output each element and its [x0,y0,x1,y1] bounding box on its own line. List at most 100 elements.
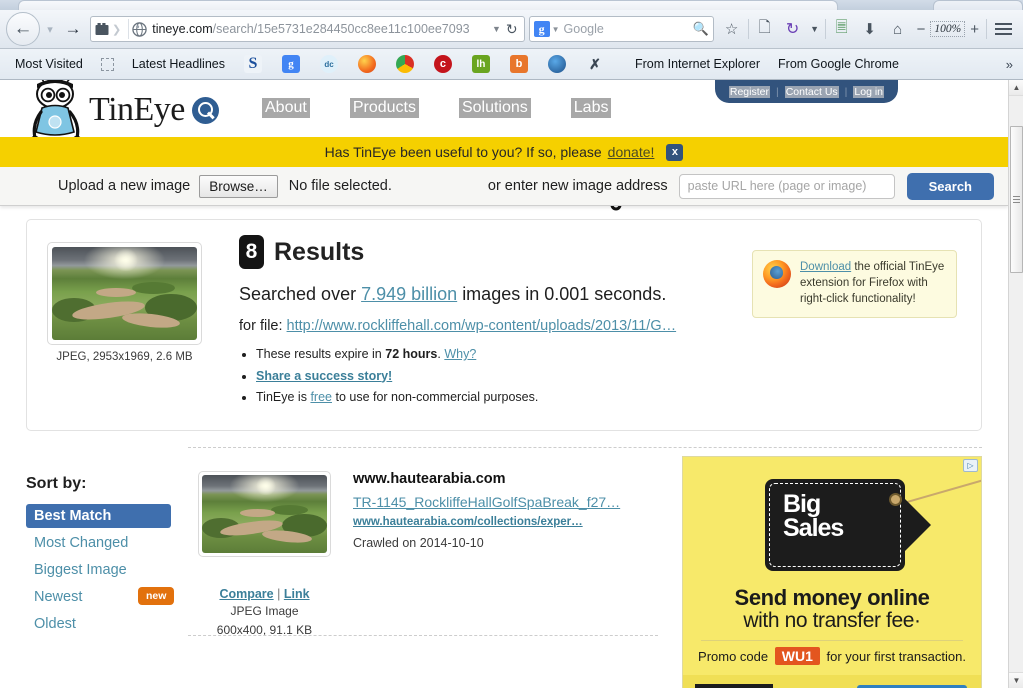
history-dropdown-icon[interactable]: ▾ [40,14,60,44]
stumbleupon-icon[interactable]: S [244,55,262,73]
ad-cta-button[interactable] [857,685,967,688]
share-success-story-link[interactable]: Share a success story! [256,369,392,383]
contact-us-link[interactable]: Contact Us [785,86,839,98]
why-link[interactable]: Why? [444,347,476,361]
sort-option-most-changed[interactable]: Most Changed [26,531,171,555]
advertisement[interactable]: ▷ Big Sales Send money online with no tr… [682,456,982,688]
source-file-url[interactable]: http://www.rockliffehall.com/wp-content/… [287,318,677,334]
sort-option-biggest-image[interactable]: Biggest Image [26,558,171,582]
image-url-input[interactable]: paste URL here (page or image) [679,174,895,199]
chrome-icon[interactable] [396,55,414,73]
blogger-icon[interactable]: b [510,55,528,73]
close-banner-button[interactable]: x [666,144,683,161]
url-dropdown-icon[interactable]: ▼ [487,24,506,34]
result-filename-link[interactable]: TR-1145_RockliffeHallGolfSpaBreak_f27… [353,494,620,510]
scroll-up-arrow-icon[interactable]: ▲ [1009,80,1023,96]
zoom-in-button[interactable]: + [965,21,984,38]
result-actions: Compare | Link JPEG Image 600x400, 91.1 … [198,587,331,640]
scrollbar-thumb[interactable] [1010,126,1023,273]
zoom-out-button[interactable]: − [912,21,931,38]
bookmark-from-ie[interactable]: From Internet Explorer [626,57,769,71]
compare-link[interactable]: Compare [219,587,273,601]
bookmarks-overflow-icon[interactable]: » [1006,57,1017,72]
reload-icon[interactable]: ↻ [506,21,520,38]
digg-icon[interactable]: dc [320,55,338,73]
free-link[interactable]: free [310,390,332,404]
nav-labs[interactable]: Labs [571,98,612,118]
nav-solutions[interactable]: Solutions [459,98,531,118]
bookmark-star-icon[interactable]: ☆ [718,14,746,44]
donate-link[interactable]: donate! [608,144,655,160]
browser-search-bar[interactable]: g ▼ Google 🔍 [529,16,714,42]
search-engine-chevron-icon[interactable]: ▼ [550,25,564,34]
ad-tag-text: Big Sales [783,493,843,541]
ad-footer: WESTERN [683,675,981,688]
query-image-meta: JPEG, 2953x1969, 2.6 MB [47,351,202,363]
ad-promo-prefix: Promo code [698,649,768,664]
google-icon[interactable]: g [282,55,300,73]
sync-icon[interactable]: ↻ [779,14,807,44]
new-badge: new [138,587,174,605]
browser-tab-secondary[interactable] [933,0,1023,10]
identity-chevron-icon: ❯ [112,23,121,36]
vertical-scrollbar[interactable]: ▲ ▼ [1008,80,1023,688]
ad-headline-2: with no transfer fee· [683,609,981,633]
search-button[interactable]: Search [907,173,994,200]
firefox-icon[interactable] [358,55,376,73]
bookmarks-toolbar: Most Visited Latest Headlines S g dc c l… [0,49,1023,80]
toolbar-divider [748,19,749,39]
browse-button[interactable]: Browse… [199,175,278,198]
bookmark-most-visited[interactable]: Most Visited [6,57,92,71]
downloads-icon[interactable]: ⬇ [856,14,884,44]
forward-button[interactable]: → [60,14,86,44]
sort-heading: Sort by: [26,475,188,493]
reader-view-icon[interactable]: 🗋 [751,14,779,44]
tineye-wordmark: TinEye [89,93,185,127]
download-extension-link[interactable]: Download [800,261,851,273]
bookmark-placeholder-icon[interactable] [101,58,114,71]
address-bar-text: tineye.com/search/15e5731e284450cc8ee11c… [152,22,487,36]
scroll-down-arrow-icon[interactable]: ▼ [1009,672,1023,688]
drop-icon[interactable] [548,55,566,73]
site-identity-block[interactable]: ❯ [95,19,129,39]
extension-promo-box: Download the official TinEye extension f… [752,250,957,318]
ad-choices-icon[interactable]: ▷ [963,459,978,472]
address-bar[interactable]: ❯ tineye.com/search/15e5731e284450cc8ee1… [90,16,525,42]
back-button[interactable]: ← [6,12,40,46]
sort-option-newest[interactable]: Newest new [26,585,171,609]
log-in-link[interactable]: Log in [853,86,884,98]
feather-icon[interactable]: ✗ [586,55,604,73]
account-sep-2: | [845,86,848,98]
browser-tab-strip [0,0,1023,10]
donate-banner: Has TinEye been useful to you? If so, pl… [0,137,1008,167]
browser-search-input[interactable]: Google [564,22,693,36]
nav-products[interactable]: Products [350,98,419,118]
site-identity-icon [95,23,109,36]
nav-about[interactable]: About [262,98,310,118]
bookmark-from-chrome[interactable]: From Google Chrome [769,57,908,71]
home-icon[interactable]: ⌂ [884,14,912,44]
link-link[interactable]: Link [284,587,310,601]
sort-option-best-match[interactable]: Best Match [26,504,171,528]
hamburger-menu-icon[interactable] [989,14,1017,44]
sync-dropdown-icon[interactable]: ▼ [807,14,823,44]
result-page-url-link[interactable]: www.hautearabia.com/collections/exper… [353,516,620,528]
index-size-link[interactable]: 7.949 billion [361,284,457,304]
lifehacker-icon[interactable]: lh [472,55,490,73]
results-summary: 8 Results Searched over 7.949 billion im… [239,235,676,409]
zoom-level-indicator[interactable]: 100% [930,21,965,37]
search-magnifier-icon[interactable]: 🔍 [692,21,708,37]
results-summary-card: JPEG, 2953x1969, 2.6 MB 8 Results Search… [26,219,982,431]
browser-tab-active[interactable] [18,0,838,10]
bookmark-latest-headlines[interactable]: Latest Headlines [123,57,234,71]
result-thumbnail-frame[interactable] [198,471,331,557]
register-link[interactable]: Register [729,86,770,98]
search-engine-icon[interactable]: g [534,21,550,37]
toolbar-divider-2 [825,19,826,39]
sort-option-oldest[interactable]: Oldest [26,612,171,636]
query-image-frame[interactable] [47,242,202,345]
translate-icon[interactable]: 🗏 [828,14,856,44]
query-image-thumbnail [52,247,197,340]
results-notes: These results expire in 72 hours. Why? S… [239,344,676,409]
cnet-icon[interactable]: c [434,55,452,73]
